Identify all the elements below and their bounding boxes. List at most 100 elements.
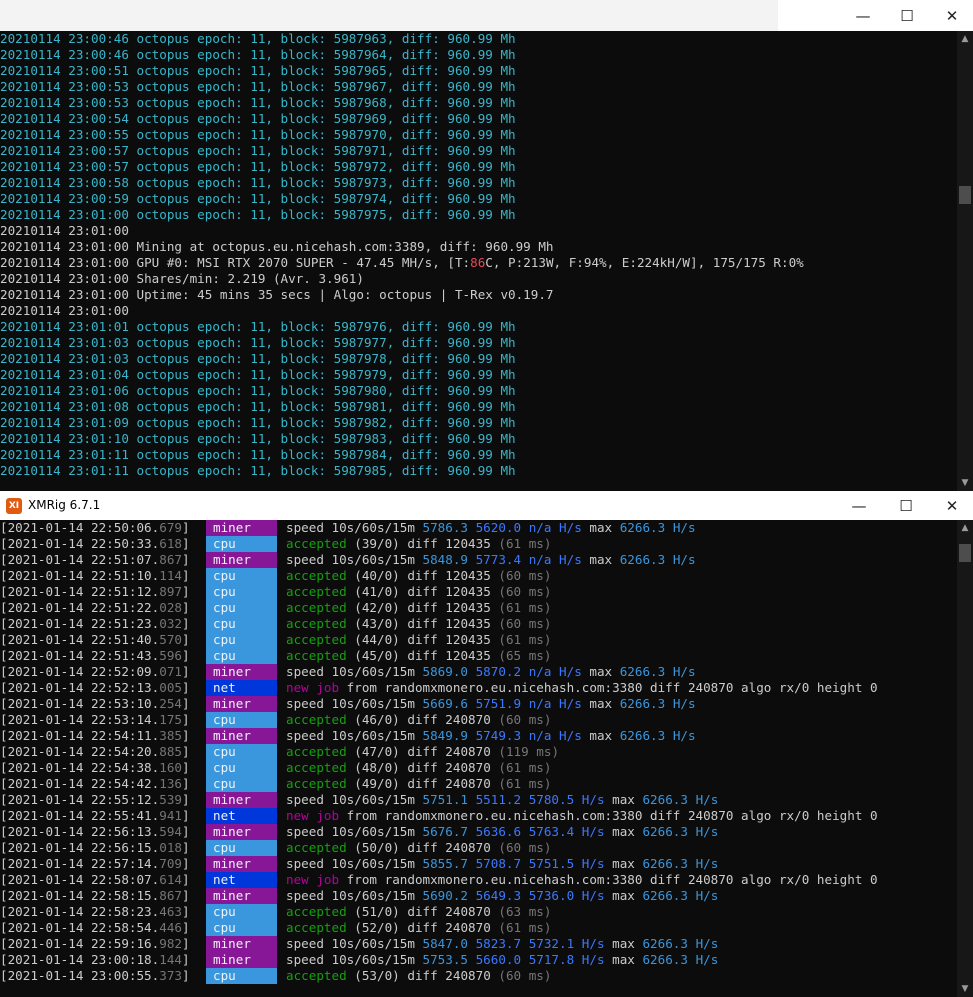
scroll-down-icon[interactable]: ▼ xyxy=(957,981,973,997)
log-timestamp: [2021-01-14 22:51:07.867] xyxy=(0,552,204,568)
max-label: max xyxy=(589,552,613,567)
close-icon[interactable]: ✕ xyxy=(929,0,973,31)
timestamp-end: ] xyxy=(181,952,190,967)
speed-label: speed 10s/60s/15m xyxy=(286,728,415,743)
xmrig-scrollbar[interactable]: ▲ ▼ xyxy=(957,520,973,997)
log-tag-net: net xyxy=(206,872,277,888)
job-height: 0 xyxy=(870,680,878,695)
log-tag-cpu: cpu xyxy=(206,840,277,856)
hashrate-unit: H/s xyxy=(581,856,605,871)
speed-60s: 5823.7 xyxy=(475,936,522,951)
timestamp-ms: 144 xyxy=(159,952,182,967)
diff-label: diff xyxy=(407,616,438,631)
xmrig-title-bar[interactable]: XI XMRig 6.7.1 — ☐ ✕ xyxy=(0,491,973,520)
share-count: (51/0) xyxy=(354,904,400,919)
log-timestamp: [2021-01-14 22:56:15.018] xyxy=(0,840,204,856)
diff-label: diff xyxy=(407,632,438,647)
share-latency: (60 ms) xyxy=(498,616,552,631)
timestamp-main: [2021-01-14 22:58:23. xyxy=(0,904,160,919)
share-count: (45/0) xyxy=(354,648,400,663)
log-tag-cpu: cpu xyxy=(206,648,277,664)
console-line: 20210114 23:01:11 octopus epoch: 11, blo… xyxy=(0,463,957,479)
close-icon[interactable]: ✕ xyxy=(929,491,973,520)
trex-scrollbar[interactable]: ▲ ▼ xyxy=(957,31,973,491)
speed-label: speed 10s/60s/15m xyxy=(286,552,415,567)
log-message: octopus epoch: 11, block: 5987978, diff:… xyxy=(136,351,516,366)
speed-label: speed 10s/60s/15m xyxy=(286,856,415,871)
trex-title-bar[interactable]: — ☐ ✕ xyxy=(0,0,973,31)
log-row: [2021-01-14 22:51:43.596] cpu accepted (45… xyxy=(0,648,957,664)
scroll-up-icon[interactable]: ▲ xyxy=(957,520,973,536)
trex-console-window: — ☐ ✕ 20210114 23:00:46 octopus epoch: 1… xyxy=(0,0,973,491)
timestamp-main: [2021-01-14 22:54:42. xyxy=(0,776,160,791)
max-label: max xyxy=(589,696,613,711)
log-message: accepted (50/0) diff 240870 (60 ms) xyxy=(286,840,551,856)
accepted-label: accepted xyxy=(286,744,347,759)
console-line: 20210114 23:01:03 octopus epoch: 11, blo… xyxy=(0,351,957,367)
console-line: 20210114 23:01:06 octopus epoch: 11, blo… xyxy=(0,383,957,399)
log-timestamp: [2021-01-14 22:53:14.175] xyxy=(0,712,204,728)
timestamp-ms: 160 xyxy=(159,760,182,775)
timestamp-end: ] xyxy=(181,792,190,807)
job-height: 0 xyxy=(870,808,878,823)
timestamp-main: [2021-01-14 22:50:06. xyxy=(0,520,160,535)
height-label: height xyxy=(816,680,863,695)
console-line: 20210114 23:00:55 octopus epoch: 11, blo… xyxy=(0,127,957,143)
maximize-icon[interactable]: ☐ xyxy=(884,0,930,31)
speed-15m: n/a xyxy=(528,728,552,743)
console-line: 20210114 23:01:00 Shares/min: 2.219 (Avr… xyxy=(0,271,364,286)
log-message: speed 10s/60s/15m 5855.7 5708.7 5751.5 H… xyxy=(286,856,718,872)
log-row: [2021-01-14 22:52:09.071] miner speed 10s/… xyxy=(0,664,957,680)
log-timestamp: 20210114 23:01:09 xyxy=(0,415,129,430)
scroll-up-icon[interactable]: ▲ xyxy=(957,31,973,47)
share-diff: 120435 xyxy=(445,600,491,615)
job-diff: 240870 xyxy=(687,808,734,823)
speed-15m: n/a xyxy=(528,696,552,711)
log-timestamp: [2021-01-14 22:51:12.897] xyxy=(0,584,204,600)
algo-label: algo xyxy=(741,680,772,695)
pool-address: randomxmonero.eu.nicehash.com:3380 xyxy=(384,680,643,695)
share-latency: (119 ms) xyxy=(498,744,560,759)
timestamp-ms: 032 xyxy=(159,616,182,631)
log-timestamp: [2021-01-14 23:00:55.373] xyxy=(0,968,204,984)
log-tag-miner: miner xyxy=(206,664,277,680)
log-message: speed 10s/60s/15m 5751.1 5511.2 5780.5 H… xyxy=(286,792,718,808)
log-tag-cpu: cpu xyxy=(206,904,277,920)
accepted-label: accepted xyxy=(286,760,347,775)
speed-10s: 5669.6 xyxy=(422,696,469,711)
hashrate-unit: H/s xyxy=(695,856,719,871)
timestamp-end: ] xyxy=(181,840,190,855)
log-message: speed 10s/60s/15m 5690.2 5649.3 5736.0 H… xyxy=(286,888,718,904)
log-row: [2021-01-14 22:53:10.254] miner speed 10s/… xyxy=(0,696,957,712)
log-message: octopus epoch: 11, block: 5987975, diff:… xyxy=(136,207,516,222)
timestamp-ms: 463 xyxy=(159,904,182,919)
from-label: from xyxy=(346,808,378,823)
log-message: speed 10s/60s/15m 5753.5 5660.0 5717.8 H… xyxy=(286,952,718,968)
speed-15m: 5751.5 xyxy=(528,856,575,871)
log-tag-cpu: cpu xyxy=(206,712,277,728)
diff-label: diff xyxy=(407,584,438,599)
log-timestamp: 20210114 23:01:04 xyxy=(0,367,129,382)
scrollbar-thumb[interactable] xyxy=(959,544,971,562)
timestamp-end: ] xyxy=(181,760,190,775)
log-message: octopus epoch: 11, block: 5987977, diff:… xyxy=(136,335,516,350)
scrollbar-thumb[interactable] xyxy=(959,186,971,204)
maximize-icon[interactable]: ☐ xyxy=(883,491,929,520)
hashrate-unit: H/s xyxy=(581,888,605,903)
console-line: 20210114 23:00:53 octopus epoch: 11, blo… xyxy=(0,95,957,111)
console-line: 20210114 23:01:11 octopus epoch: 11, blo… xyxy=(0,447,957,463)
log-row: [2021-01-14 22:54:20.885] cpu accepted (47… xyxy=(0,744,957,760)
new-job-label: new job xyxy=(286,808,340,823)
hashrate-unit: H/s xyxy=(672,728,696,743)
log-timestamp: [2021-01-14 22:58:15.867] xyxy=(0,888,204,904)
log-message: octopus epoch: 11, block: 5987981, diff:… xyxy=(136,399,516,414)
max-speed: 6266.3 xyxy=(619,520,666,535)
log-timestamp: 20210114 23:00:53 xyxy=(0,95,129,110)
minimize-icon[interactable]: — xyxy=(840,0,886,31)
speed-10s: 5849.9 xyxy=(422,728,469,743)
hashrate-unit: H/s xyxy=(581,824,605,839)
share-latency: (61 ms) xyxy=(498,776,552,791)
diff-label: diff xyxy=(407,648,438,663)
minimize-icon[interactable]: — xyxy=(836,491,882,520)
scroll-down-icon[interactable]: ▼ xyxy=(957,475,973,491)
